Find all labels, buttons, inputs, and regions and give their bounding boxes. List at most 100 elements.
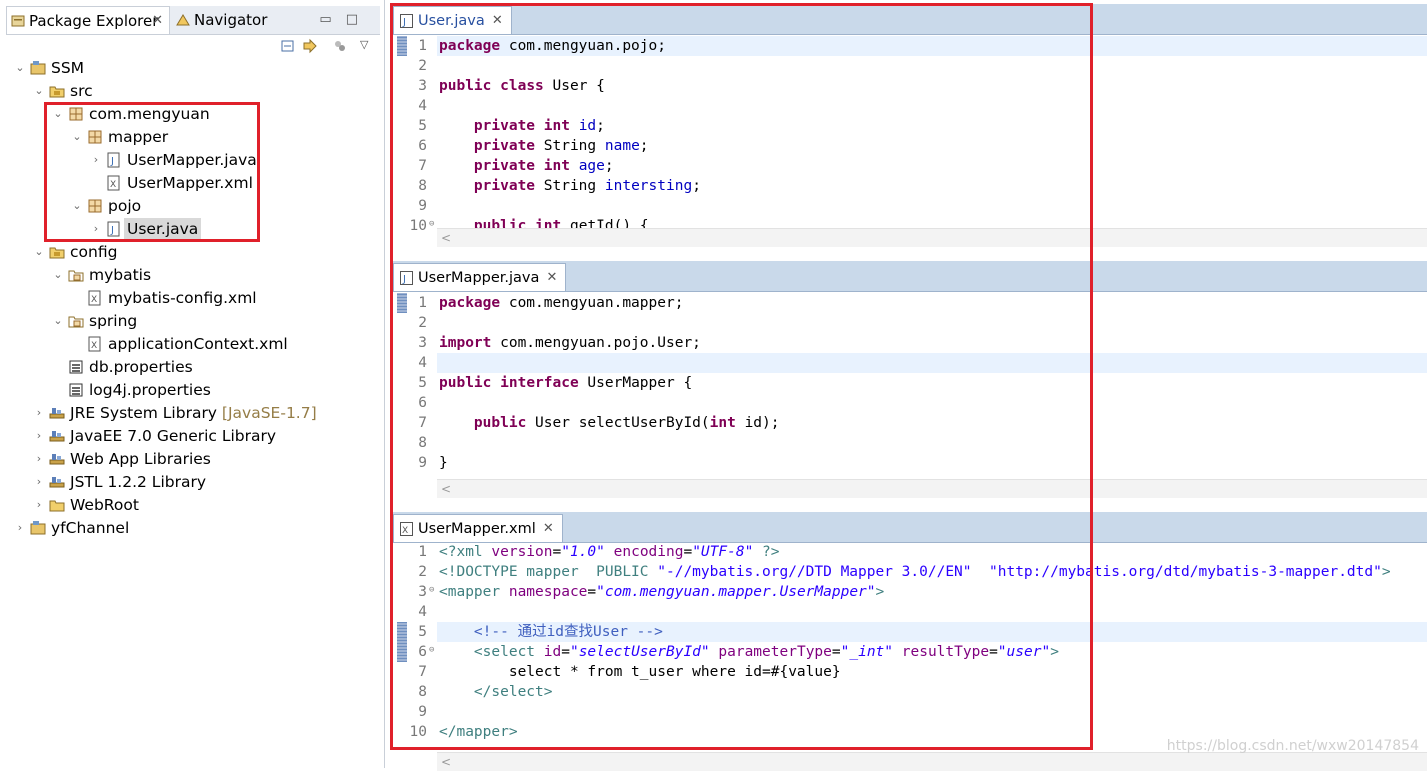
package-explorer-tab-bar: Package Explorer ✕ Navigator ▭□	[6, 6, 380, 35]
horizontal-scrollbar[interactable]: <	[437, 752, 1427, 771]
svg-text:J: J	[402, 274, 406, 285]
svg-text:J: J	[402, 17, 406, 28]
chevron-down-icon[interactable]: ⌄	[71, 195, 83, 217]
chevron-down-icon[interactable]: ⌄	[33, 241, 45, 263]
scroll-left-icon[interactable]: <	[441, 480, 451, 498]
chevron-down-icon[interactable]: ⌄	[52, 310, 64, 332]
scroll-left-icon[interactable]: <	[441, 229, 451, 247]
tree-item[interactable]: › JSTL 1.2.2 Library	[0, 471, 380, 493]
fold-toggle-icon[interactable]: ⊖	[429, 214, 434, 234]
tree-item[interactable]: log4j.properties	[0, 379, 380, 401]
chevron-down-icon[interactable]: ⌄	[14, 57, 26, 79]
chevron-right-icon[interactable]: ›	[33, 448, 45, 470]
tree-item[interactable]: ⌄ mybatis	[0, 264, 380, 286]
code-line: public class User {	[439, 78, 605, 94]
tree-item[interactable]: › yfChannel	[0, 517, 380, 539]
chevron-right-icon[interactable]: ›	[33, 425, 45, 447]
code-editor[interactable]: 1 package com.mengyuan.pojo; 2 3 public cl…	[393, 36, 1427, 236]
tree-item[interactable]: ⌄ com.mengyuan	[0, 103, 380, 125]
code-editor[interactable]: 1 <?xml version="1.0" encoding="UTF-8" ?>…	[393, 542, 1427, 752]
tree-item[interactable]: db.properties	[0, 356, 380, 378]
tree-item[interactable]: › Web App Libraries	[0, 448, 380, 470]
tree-item[interactable]: ⌄ src	[0, 80, 380, 102]
editor-tab-bar: J UserMapper.java ✕	[393, 261, 1427, 292]
line-number: 8	[418, 178, 427, 194]
tree-item[interactable]: ⌄ config	[0, 241, 380, 263]
view-menu-icon[interactable]: ▽	[360, 38, 376, 54]
code-line: public interface UserMapper {	[439, 375, 693, 391]
chevron-right-icon[interactable]: ›	[33, 471, 45, 493]
code-line: <select id="selectUserById" parameterTyp…	[473, 644, 1059, 660]
editor-user-java: J User.java ✕ 1 package com.mengyuan.pojo…	[393, 4, 1427, 250]
collapse-all-icon[interactable]	[280, 38, 296, 54]
tree-item[interactable]: XapplicationContext.xml	[0, 333, 380, 355]
line-number: 6	[418, 644, 427, 660]
tree-item-label: UserMapper.xml	[127, 174, 253, 192]
editor-tab-bar: J User.java ✕	[393, 4, 1427, 35]
close-icon[interactable]: ✕	[152, 7, 163, 35]
chevron-right-icon[interactable]: ›	[90, 149, 102, 171]
project-icon	[30, 521, 46, 535]
line-number: 1	[418, 295, 427, 311]
line-number: 5	[418, 375, 427, 391]
tree-item-label: applicationContext.xml	[108, 335, 288, 353]
line-number: 6	[418, 395, 427, 411]
tree-item[interactable]: › WebRoot	[0, 494, 380, 516]
chevron-down-icon[interactable]: ⌄	[71, 126, 83, 148]
tree-item[interactable]: ⌄ spring	[0, 310, 380, 332]
tree-item[interactable]: › J UserMapper.java	[0, 149, 380, 171]
tree-item[interactable]: Xmybatis-config.xml	[0, 287, 380, 309]
chevron-down-icon[interactable]: ⌄	[52, 264, 64, 286]
tree-item-label: WebRoot	[70, 496, 139, 514]
tab-usermapper-java[interactable]: J UserMapper.java ✕	[393, 263, 567, 292]
fold-toggle-icon[interactable]: ⊖	[429, 640, 434, 660]
tree-item[interactable]: ⌄ SSM	[0, 57, 380, 79]
chevron-right-icon[interactable]: ›	[90, 218, 102, 240]
package-explorer-panel: Package Explorer ✕ Navigator ▭□ ▽ ⌄ SSM ⌄ s…	[0, 0, 385, 768]
line-number: 5	[418, 118, 427, 134]
close-icon[interactable]: ✕	[543, 515, 554, 543]
tree-item[interactable]: X UserMapper.xml	[0, 172, 380, 194]
fold-toggle-icon[interactable]: ⊖	[429, 580, 434, 600]
tree-item[interactable]: ⌄ pojo	[0, 195, 380, 217]
horizontal-scrollbar[interactable]: <	[437, 228, 1427, 247]
tree-item-label: db.properties	[89, 358, 193, 376]
watermark: https://blog.csdn.net/wxw20147854	[1166, 738, 1419, 754]
line-number: 7	[418, 664, 427, 680]
tab-package-explorer[interactable]: Package Explorer ✕	[6, 6, 170, 34]
horizontal-scrollbar[interactable]: <	[437, 479, 1427, 498]
chevron-right-icon[interactable]: ›	[33, 402, 45, 424]
close-icon[interactable]: ✕	[492, 7, 503, 35]
minimize-icon[interactable]: ▭	[319, 12, 345, 27]
line-number: 6	[418, 138, 427, 154]
library-icon	[49, 454, 65, 465]
tab-usermapper-xml[interactable]: X UserMapper.xml ✕	[393, 514, 563, 542]
tree-item[interactable]: › J User.java	[0, 218, 380, 240]
tree-item[interactable]: › JavaEE 7.0 Generic Library	[0, 425, 380, 447]
link-with-editor-icon[interactable]	[302, 38, 318, 54]
tree-item[interactable]: › JRE System Library [JavaSE-1.7]	[0, 402, 380, 424]
line-number: 3	[418, 584, 427, 600]
tree-item-label: com.mengyuan	[89, 105, 210, 123]
scroll-left-icon[interactable]: <	[441, 753, 451, 771]
chevron-right-icon[interactable]: ›	[14, 517, 26, 539]
code-line: <!DOCTYPE mapper PUBLIC "-//mybatis.org/…	[439, 564, 1391, 580]
filter-icon[interactable]	[332, 38, 348, 54]
tab-navigator[interactable]: Navigator	[172, 6, 302, 34]
chevron-down-icon[interactable]: ⌄	[52, 103, 64, 125]
line-number: 8	[418, 435, 427, 451]
chevron-down-icon[interactable]: ⌄	[33, 80, 45, 102]
line-number: 10	[409, 724, 427, 740]
tree-item[interactable]: ⌄ mapper	[0, 126, 380, 148]
close-icon[interactable]: ✕	[547, 264, 558, 292]
code-editor[interactable]: 1 package com.mengyuan.mapper; 2 3 import …	[393, 293, 1427, 473]
tree-item-label: spring	[89, 312, 138, 330]
tab-user-java[interactable]: J User.java ✕	[393, 6, 512, 34]
maximize-icon[interactable]: □	[346, 12, 372, 27]
line-number: 5	[418, 624, 427, 640]
tree-item-label: pojo	[108, 197, 142, 215]
tab-label: UserMapper.xml	[418, 521, 536, 537]
line-number: 2	[418, 564, 427, 580]
java-file-icon: J	[107, 152, 120, 168]
chevron-right-icon[interactable]: ›	[33, 494, 45, 516]
